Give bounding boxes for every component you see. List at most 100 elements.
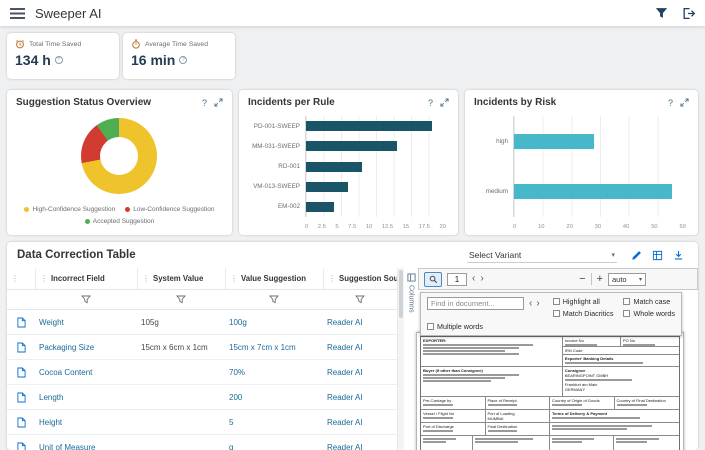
checkbox-box[interactable] (623, 298, 631, 305)
edit-icon[interactable] (631, 250, 642, 261)
invoice-grid: EXPORTER: Invoice No PO No IRN Code Expo… (420, 336, 680, 450)
donut-chart[interactable] (81, 118, 157, 194)
zoom-in-button[interactable]: + (597, 273, 603, 285)
find-toggle-button[interactable] (424, 271, 442, 287)
expand-icon[interactable] (214, 98, 223, 107)
find-next-button[interactable]: › (536, 299, 539, 309)
invoice-label: Port of Discharge (423, 424, 454, 429)
column-header-value-suggestion[interactable]: ⋮ Value Suggestion (225, 268, 323, 289)
find-previous-button[interactable]: ‹ (529, 299, 532, 309)
document-icon[interactable] (16, 367, 26, 378)
document-icon[interactable] (16, 392, 26, 403)
whole-words-checkbox[interactable]: Whole words (623, 309, 675, 318)
pdf-document-page[interactable]: EXPORTER: Invoice No PO No IRN Code Expo… (416, 332, 684, 450)
column-header-system-value[interactable]: ⋮ System Value (137, 268, 225, 289)
table-row[interactable]: Height 5 Reader AI (7, 410, 397, 435)
legend-item[interactable]: Accepted Suggestion (84, 216, 154, 227)
zoom-select[interactable]: auto ▾ (608, 272, 646, 286)
bar[interactable] (514, 133, 595, 149)
cell-value-suggestion[interactable]: 200 (225, 393, 323, 402)
highlight-all-checkbox[interactable]: Highlight all (552, 297, 614, 306)
cell-incorrect-field[interactable]: Unit of Measure (35, 443, 137, 450)
help-icon[interactable]: ? (428, 98, 433, 108)
cell-suggestion-source[interactable]: Reader AI (323, 318, 397, 327)
search-icon (429, 275, 437, 283)
expand-icon[interactable] (680, 98, 689, 107)
filter-icon[interactable] (81, 295, 91, 304)
bar[interactable] (306, 201, 334, 212)
cell-value-suggestion[interactable]: 70% (225, 368, 323, 377)
column-header-suggestion-source[interactable]: ⋮Suggestion Source (323, 268, 397, 289)
bar[interactable] (306, 161, 362, 172)
variant-select[interactable]: Select Variant ▾ (467, 248, 617, 263)
filter-icon[interactable] (269, 295, 279, 304)
bar[interactable] (306, 181, 348, 192)
filter-icon[interactable] (355, 295, 365, 304)
cell-value-suggestion[interactable]: 15cm x 7cm x 1cm (225, 343, 323, 352)
column-header-icons[interactable]: ⋮ (7, 268, 35, 289)
table-settings-icon[interactable] (652, 250, 663, 261)
document-icon[interactable] (16, 442, 26, 450)
page-number-input[interactable]: 1 (447, 272, 467, 286)
card-title: Incidents by Risk (474, 97, 557, 108)
document-icon[interactable] (16, 342, 26, 353)
filter-icon[interactable] (655, 7, 668, 20)
cell-value-suggestion[interactable]: g (225, 443, 323, 450)
cell-suggestion-source[interactable]: Reader AI (323, 368, 397, 377)
filter-icon[interactable] (176, 295, 186, 304)
info-icon[interactable]: ? (179, 56, 188, 64)
cell-suggestion-source[interactable]: Reader AI (323, 418, 397, 427)
expand-icon[interactable] (440, 98, 449, 107)
kpi-tile-total-time-saved[interactable]: Total Time Saved 134 h ? (7, 33, 119, 79)
checkbox-box[interactable] (552, 310, 560, 317)
checkbox-box[interactable] (552, 298, 560, 305)
grip-icon: ⋮ (11, 274, 19, 283)
columns-side-tab[interactable]: Columns (404, 270, 418, 313)
table-row[interactable]: Unit of Measure g Reader AI (7, 435, 397, 450)
multiple-words-checkbox[interactable]: Multiple words (427, 322, 675, 331)
zoom-value: auto (612, 274, 627, 284)
cell-incorrect-field[interactable]: Weight (35, 318, 137, 327)
help-icon[interactable]: ? (202, 98, 207, 108)
find-input[interactable]: Find in document... (427, 297, 525, 310)
cell-incorrect-field[interactable]: Height (35, 418, 137, 427)
match-diacritics-checkbox[interactable]: Match Diacritics (552, 309, 613, 318)
info-icon[interactable]: ? (54, 56, 63, 64)
download-icon[interactable] (673, 250, 684, 261)
cell-suggestion-source[interactable]: Reader AI (323, 343, 397, 352)
bar[interactable] (514, 184, 672, 200)
menu-icon[interactable] (10, 7, 25, 19)
help-icon[interactable]: ? (668, 98, 673, 108)
cell-value-suggestion[interactable]: 5 (225, 418, 323, 427)
checkbox-box[interactable] (623, 310, 631, 317)
zoom-out-button[interactable]: − (579, 273, 585, 285)
chevron-down-icon: ▾ (638, 276, 642, 283)
cell-suggestion-source[interactable]: Reader AI (323, 443, 397, 450)
table-row[interactable]: Weight 105g 100g Reader AI (7, 310, 397, 335)
scrollbar-thumb[interactable] (399, 270, 403, 318)
checkbox-box[interactable] (427, 323, 434, 330)
cell-incorrect-field[interactable]: Cocoa Content (35, 368, 137, 377)
logout-icon[interactable] (682, 7, 695, 20)
bar[interactable] (306, 141, 397, 152)
bar[interactable] (306, 121, 432, 132)
table-row[interactable]: Length 200 Reader AI (7, 385, 397, 410)
cell-incorrect-field[interactable]: Packaging Size (35, 343, 137, 352)
table-row[interactable]: Cocoa Content 70% Reader AI (7, 360, 397, 385)
data-correction-section: Data Correction Table Select Variant ▾ ⋮… (7, 242, 698, 450)
column-header-incorrect-field[interactable]: ⋮ Incorrect Field (35, 268, 137, 289)
document-icon[interactable] (16, 417, 26, 428)
invoice-label: Exporter' Banking Details (564, 356, 614, 361)
legend-item[interactable]: High-Confidence Suggestion (24, 204, 115, 215)
kpi-tile-average-time-saved[interactable]: Average Time Saved 16 min ? (123, 33, 235, 79)
table-scrollbar[interactable] (397, 268, 404, 450)
match-case-checkbox[interactable]: Match case (623, 297, 675, 306)
next-page-button[interactable]: › (480, 274, 483, 284)
cell-value-suggestion[interactable]: 100g (225, 318, 323, 327)
document-icon[interactable] (16, 317, 26, 328)
cell-incorrect-field[interactable]: Length (35, 393, 137, 402)
cell-suggestion-source[interactable]: Reader AI (323, 393, 397, 402)
legend-item[interactable]: Low-Confidence Suggestion (125, 204, 215, 215)
previous-page-button[interactable]: ‹ (472, 274, 475, 284)
table-row[interactable]: Packaging Size 15cm x 6cm x 1cm 15cm x 7… (7, 335, 397, 360)
